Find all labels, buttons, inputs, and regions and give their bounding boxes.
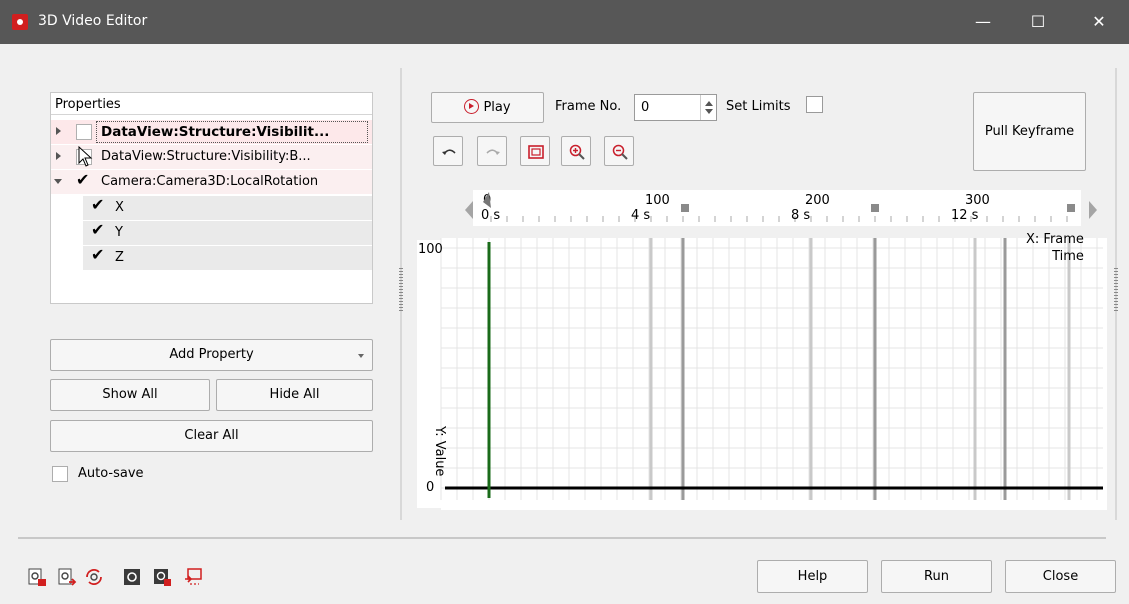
- play-label: Play: [483, 100, 511, 115]
- y-min-label: 0: [426, 480, 435, 495]
- property-label: DataView:Structure:Visibilit...: [101, 124, 330, 140]
- run-button[interactable]: Run: [881, 560, 992, 593]
- sub-property-row[interactable]: ✔ X: [83, 195, 372, 220]
- bottom-separator: [18, 537, 1106, 539]
- properties-panel: Properties DataView:Structure:Visibilit.…: [50, 92, 373, 304]
- add-property-button[interactable]: Add Property: [50, 339, 373, 371]
- close-button[interactable]: Close: [1005, 560, 1116, 593]
- frame-number-spinbox[interactable]: 0: [634, 94, 717, 121]
- hide-all-button[interactable]: Hide All: [216, 379, 373, 411]
- property-checkbox[interactable]: [76, 124, 92, 140]
- splitter-handle[interactable]: [399, 268, 403, 312]
- splitter-handle-right[interactable]: [1114, 268, 1118, 312]
- zoom-out-button[interactable]: [604, 136, 634, 166]
- close-window-button[interactable]: ✕: [1076, 0, 1122, 44]
- settings-red-icon[interactable]: [152, 567, 172, 587]
- ruler-frame-label: 100: [645, 193, 670, 208]
- spin-down-icon[interactable]: [705, 109, 713, 114]
- frame-number-label: Frame No.: [555, 99, 622, 114]
- sub-property-checkbox[interactable]: ✔: [91, 220, 107, 240]
- ruler-frame-label: 200: [805, 193, 830, 208]
- x-axis-label-line2: Time: [1052, 249, 1084, 264]
- redo-button[interactable]: [477, 136, 507, 166]
- y-axis-label: Y: Value: [432, 426, 447, 477]
- frame-number-value: 0: [641, 100, 650, 115]
- screen-capture-icon[interactable]: [183, 567, 203, 587]
- sub-property-row[interactable]: ✔ Z: [83, 245, 372, 270]
- mouse-cursor-icon: [78, 146, 93, 167]
- zoom-in-icon: [569, 144, 585, 160]
- sub-property-label: X: [115, 200, 124, 215]
- redo-icon: [486, 149, 500, 155]
- property-row[interactable]: DataView:Structure:Visibilit...: [51, 120, 372, 144]
- property-label: DataView:Structure:Visibility:B...: [101, 149, 311, 164]
- pull-keyframe-button[interactable]: Pull Keyframe: [973, 92, 1086, 171]
- keyframe-marker[interactable]: [1067, 204, 1075, 212]
- ruler-time-label: 12 s: [951, 208, 979, 223]
- property-label: Camera:Camera3D:LocalRotation: [101, 174, 319, 189]
- set-limits-label: Set Limits: [726, 99, 791, 114]
- zoom-in-button[interactable]: [561, 136, 591, 166]
- dropdown-arrow-icon: [358, 354, 364, 358]
- show-all-button[interactable]: Show All: [50, 379, 210, 411]
- sub-property-label: Y: [115, 225, 123, 240]
- sub-property-label: Z: [115, 250, 124, 265]
- settings-dark-icon[interactable]: [122, 567, 142, 587]
- clear-all-button[interactable]: Clear All: [50, 420, 373, 452]
- add-property-label: Add Property: [169, 347, 254, 362]
- window-title: 3D Video Editor: [38, 13, 148, 29]
- sync-icon[interactable]: [84, 567, 104, 587]
- checkmark-icon: ✔: [76, 170, 90, 189]
- fit-view-button[interactable]: [520, 136, 550, 166]
- zoom-out-icon: [612, 144, 628, 160]
- title-bar: 3D Video Editor — ☐ ✕: [0, 0, 1129, 44]
- auto-save-checkbox[interactable]: [52, 466, 68, 482]
- x-axis-label: X: Frame Time: [1026, 231, 1084, 265]
- property-row[interactable]: DataView:Structure:Visibility:B...: [51, 145, 372, 169]
- play-icon: [464, 99, 480, 114]
- undo-button[interactable]: [433, 136, 463, 166]
- undo-icon: [442, 149, 456, 155]
- spin-up-icon[interactable]: [705, 101, 713, 106]
- keyframe-marker[interactable]: [871, 204, 879, 212]
- app-logo-icon: [12, 14, 28, 30]
- play-button[interactable]: Play: [431, 92, 544, 123]
- sub-property-checkbox[interactable]: ✔: [91, 245, 107, 265]
- y-max-label: 100: [418, 242, 443, 257]
- checkmark-icon: ✔: [91, 220, 105, 239]
- ruler-time-label: 8 s: [791, 208, 810, 223]
- set-limits-checkbox[interactable]: [806, 96, 823, 113]
- properties-header: Properties: [51, 93, 372, 115]
- timeline-graph[interactable]: 0 100 200 300 0 s 4 s 8 s 12 s: [417, 188, 1107, 510]
- x-axis-label-line1: X: Frame: [1026, 232, 1084, 247]
- ruler-time-label: 4 s: [631, 208, 650, 223]
- checkmark-icon: ✔: [91, 195, 105, 214]
- auto-save-label: Auto-save: [78, 466, 144, 481]
- fit-view-icon: [528, 145, 544, 159]
- ruler-frame-label: 300: [965, 193, 990, 208]
- minimize-button[interactable]: —: [960, 0, 1006, 44]
- keyframe-marker[interactable]: [681, 204, 689, 212]
- sub-property-checkbox[interactable]: ✔: [91, 195, 107, 215]
- import-keyframes-icon[interactable]: [27, 567, 47, 587]
- ruler-time-label: 0 s: [481, 208, 500, 223]
- collapse-arrow-icon[interactable]: [54, 179, 62, 184]
- expand-arrow-icon[interactable]: [56, 127, 61, 135]
- maximize-button[interactable]: ☐: [1015, 0, 1061, 44]
- checkmark-icon: ✔: [91, 245, 105, 264]
- property-checkbox[interactable]: ✔: [76, 170, 92, 190]
- sub-property-row[interactable]: ✔ Y: [83, 220, 372, 245]
- video-editor-window: 3D Video Editor — ☐ ✕ Properties DataVie…: [0, 0, 1129, 604]
- export-keyframes-icon[interactable]: [57, 567, 77, 587]
- expand-arrow-icon[interactable]: [56, 152, 61, 160]
- help-button[interactable]: Help: [757, 560, 868, 593]
- spin-buttons[interactable]: [700, 95, 716, 120]
- property-row[interactable]: ✔ Camera:Camera3D:LocalRotation: [51, 170, 372, 194]
